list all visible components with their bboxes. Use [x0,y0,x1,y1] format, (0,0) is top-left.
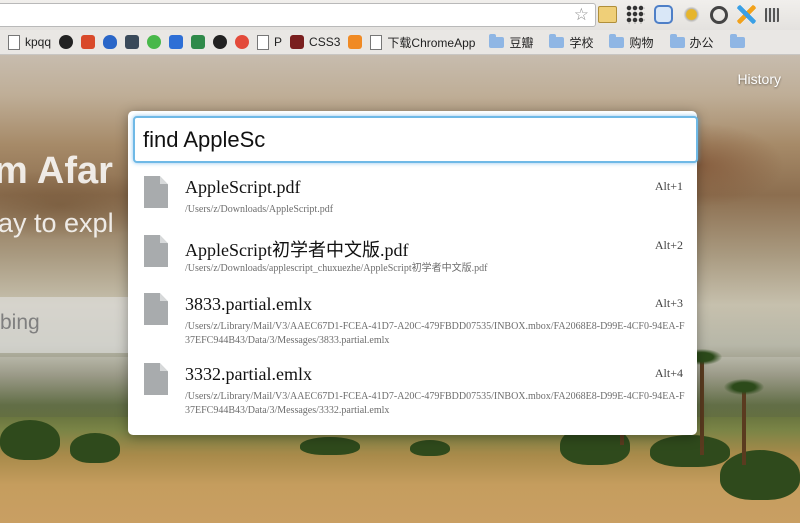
notes-extension-icon[interactable] [598,6,617,23]
shrub [650,435,730,467]
github-icon [59,35,74,49]
history-link[interactable]: History [737,71,781,87]
bookmark-label: 豆瓣 [509,35,534,50]
bookmark-panda[interactable] [213,30,228,54]
result-item[interactable]: 3332.partial.emlx /Users/z/Library/Mail/… [128,355,697,425]
wechat-icon [147,35,162,49]
address-bar[interactable]: ☆ [0,3,596,27]
result-path: /Users/z/Downloads/AppleScript.pdf [185,204,334,215]
hero-title: m Afar [0,150,113,192]
pinwheel-extension-icon[interactable] [737,5,756,24]
folder-icon [729,33,745,48]
bookmark-folder-douban[interactable]: 豆瓣 [489,30,533,54]
bookmark-folder-more[interactable] [729,30,745,54]
launcher-search-input[interactable]: find AppleSc [133,116,698,163]
result-path: /Users/z/Library/Mail/V3/AAEC67D1-FCEA-4… [185,391,685,416]
launcher-popup: find AppleSc AppleScript.pdf /Users/z/Do… [128,111,698,435]
w-icon [169,35,184,49]
shrub [720,450,800,500]
result-shortcut: Alt+1 [654,179,683,193]
result-shortcut: Alt+4 [654,366,683,380]
result-item[interactable]: AppleScript初学者中文版.pdf /Users/z/Downloads… [128,227,697,285]
bookmark-p[interactable]: P [257,30,282,54]
result-item[interactable]: 3833.partial.emlx /Users/z/Library/Mail/… [128,285,697,355]
result-path: /Users/z/Library/Mail/V3/AAEC67D1-FCEA-4… [185,321,685,346]
bookmark-wechat[interactable] [147,30,162,54]
result-shortcut: Alt+2 [654,238,683,252]
refresh-extension-icon[interactable] [710,6,728,24]
bookmark-fx[interactable] [125,30,140,54]
shrub [410,440,450,456]
bookmark-label: 办公 [689,35,714,50]
file-icon [144,235,168,267]
bookmark-label: CSS3 [309,35,341,49]
cursor-icon [290,35,305,49]
result-path: /Users/z/Downloads/applescript_chuxuezhe… [185,263,488,274]
search-placeholder: bing [0,311,40,334]
bookmark-css3[interactable]: CSS3 [290,30,340,54]
flame-icon [103,35,118,49]
plant-icon [191,35,206,49]
result-item[interactable]: AppleScript.pdf /Users/z/Downloads/Apple… [128,168,697,227]
apps-grid-icon[interactable] [626,5,645,24]
stack-icon [348,35,363,49]
bookmark-label: kpqq [25,35,52,49]
bookmark-label: 学校 [569,35,594,50]
bookmark-folder-school[interactable]: 学校 [549,30,593,54]
bookmark-flame[interactable] [103,30,118,54]
bookmarks-bar: kpqq P CSS3 下载ChromeApp 豆瓣 学校 购物 办公 [0,30,800,55]
folder-icon [489,33,505,48]
result-title: 3833.partial.emlx [185,294,312,314]
folder-icon [609,33,625,48]
shrub [300,437,360,455]
file-icon [144,176,168,208]
extension-icons [598,5,779,25]
bookmark-github[interactable] [59,30,74,54]
palm-trunk [700,355,704,455]
result-title: 3332.partial.emlx [185,364,312,384]
bookmark-kpqq[interactable]: kpqq [8,30,51,54]
shrub [70,433,120,463]
file-icon [144,363,168,395]
page-search-box[interactable]: bing [0,297,128,353]
folder-icon [549,33,565,48]
page-icon [257,34,270,50]
page-icon [370,34,383,50]
palm-crown [724,379,764,395]
fx-icon [125,35,140,49]
coin-extension-icon[interactable] [682,5,701,24]
bookmark-label: 下载ChromeApp [387,35,476,50]
bookmark-star-icon[interactable]: ☆ [574,5,589,25]
bookmark-label: 购物 [629,35,654,50]
bookmark-folder-office[interactable]: 办公 [669,30,714,54]
bookmark-label: P [274,35,283,49]
panda-icon [213,35,228,49]
qr-code-icon[interactable] [765,8,779,22]
folder-icon [669,33,685,48]
red-f-icon [81,35,96,49]
results-list: AppleScript.pdf /Users/z/Downloads/Apple… [128,168,697,425]
shrub [0,420,60,460]
bookmark-weibo[interactable] [235,30,250,54]
result-title: AppleScript.pdf [185,177,301,197]
bookmark-stack[interactable] [348,30,363,54]
file-icon [144,293,168,325]
bookmark-red-f[interactable] [81,30,96,54]
palm-trunk [742,385,746,465]
bookmark-plant[interactable] [191,30,206,54]
hero-subtitle: ay to expl [0,208,114,238]
weibo-icon [235,35,250,49]
translate-extension-icon[interactable] [654,5,673,24]
page-icon [8,34,20,50]
bookmark-download-chromeapp[interactable]: 下载ChromeApp [370,30,475,54]
bookmark-folder-shopping[interactable]: 购物 [609,30,654,54]
bookmark-w[interactable] [169,30,184,54]
result-title: AppleScript初学者中文版.pdf [185,240,409,260]
browser-toolbar: ☆ [0,0,800,30]
result-shortcut: Alt+3 [654,296,683,310]
